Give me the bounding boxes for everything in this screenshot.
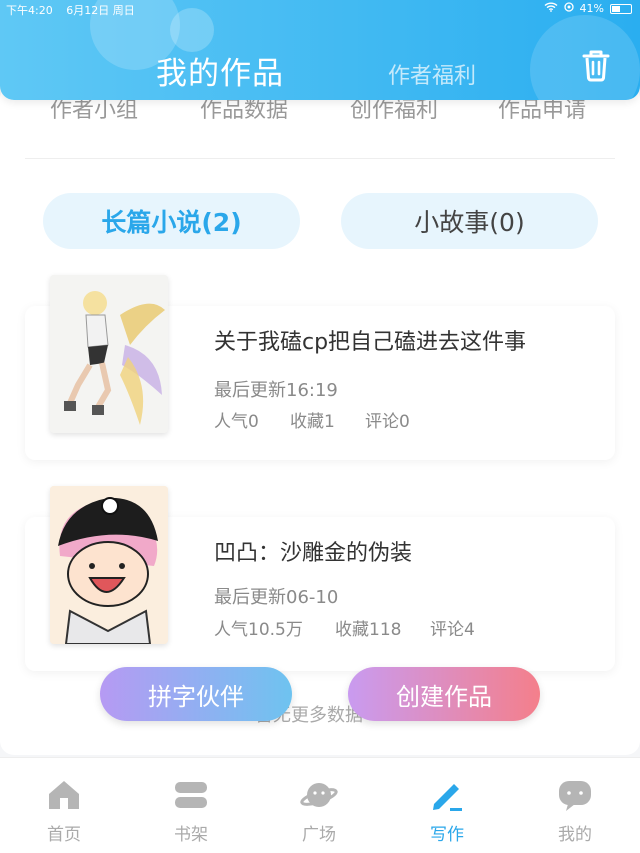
- divider: [25, 158, 615, 159]
- work-updated: 最后更新16:19: [214, 380, 338, 401]
- status-date: 6月12日 周日: [66, 4, 135, 17]
- tab-long-novel[interactable]: 长篇小说(2): [43, 193, 300, 249]
- work-title[interactable]: 关于我磕cp把自己磕进去这件事: [214, 324, 526, 356]
- page-title[interactable]: 我的作品: [156, 48, 284, 93]
- work-cover-image[interactable]: [50, 486, 168, 644]
- work-comments: 评论4: [430, 620, 475, 640]
- work-cover-image[interactable]: [50, 275, 168, 433]
- battery-percent: 41%: [579, 2, 604, 15]
- planet-icon: [300, 776, 338, 814]
- chat-bubble-icon: [556, 776, 594, 814]
- bookshelf-icon: [172, 776, 210, 814]
- pen-icon: [428, 776, 466, 814]
- nav-plaza[interactable]: 广场: [284, 776, 354, 845]
- tab-author-benefits[interactable]: 作者福利: [388, 58, 476, 90]
- writing-partner-button[interactable]: 拼字伙伴: [100, 667, 292, 721]
- nav-mine[interactable]: 我的: [540, 776, 610, 845]
- battery-icon: [610, 3, 632, 14]
- nav-write[interactable]: 写作: [412, 776, 482, 845]
- nav-home[interactable]: 首页: [29, 776, 99, 845]
- status-time: 下午4:20: [6, 4, 53, 17]
- work-updated: 最后更新06-10: [214, 587, 339, 608]
- bottom-nav: 首页 书架 广场 写作 我的: [0, 757, 640, 853]
- work-favorites: 收藏1: [290, 412, 335, 432]
- header: 下午4:20 6月12日 周日 41% 我的作品 作者福利: [0, 0, 640, 100]
- work-popularity: 人气10.5万: [214, 620, 303, 640]
- location-icon: [563, 2, 574, 15]
- trash-icon[interactable]: [580, 48, 612, 82]
- work-title[interactable]: 凹凸：沙雕金的伪装: [214, 535, 412, 567]
- wifi-icon: [544, 2, 558, 15]
- create-work-button[interactable]: 创建作品: [348, 667, 540, 721]
- tab-short-story[interactable]: 小故事(0): [341, 193, 598, 249]
- work-favorites: 收藏118: [335, 620, 402, 640]
- work-comments: 评论0: [365, 412, 410, 432]
- home-icon: [45, 776, 83, 814]
- status-bar: 下午4:20 6月12日 周日 41%: [0, 0, 640, 18]
- nav-bookshelf[interactable]: 书架: [156, 776, 226, 845]
- work-popularity: 人气0: [214, 412, 259, 432]
